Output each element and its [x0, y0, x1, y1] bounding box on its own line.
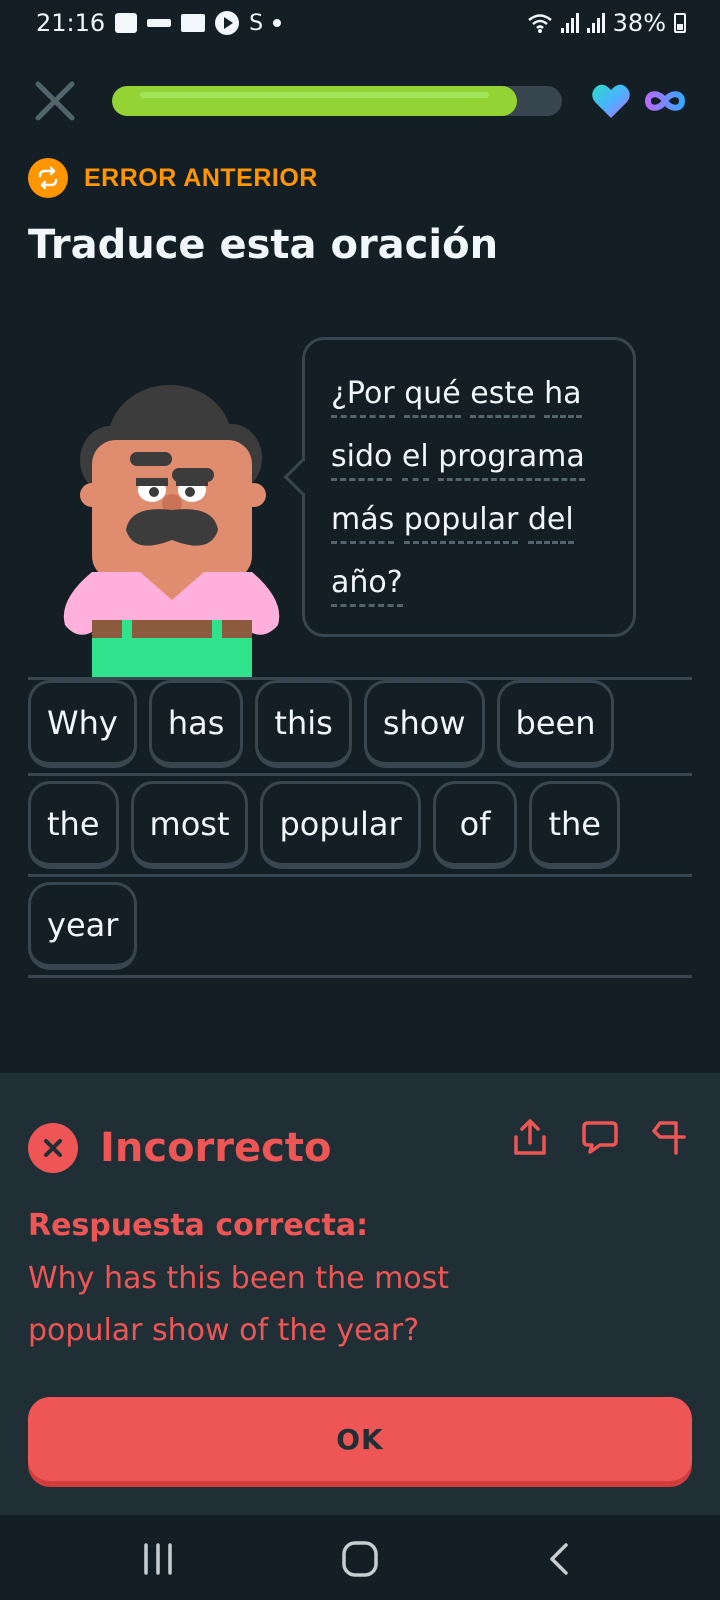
comment-icon[interactable]: [580, 1117, 620, 1157]
word-chip[interactable]: the: [529, 781, 620, 869]
prompt-word[interactable]: ha: [544, 377, 582, 418]
share-icon[interactable]: [510, 1117, 550, 1157]
ok-button[interactable]: OK: [28, 1397, 692, 1481]
word-chip[interactable]: the: [28, 781, 119, 869]
word-chip[interactable]: year: [28, 882, 138, 970]
prompt-word[interactable]: ¿Por: [331, 377, 395, 418]
prompt-word[interactable]: popular: [403, 503, 519, 544]
recent-apps-icon[interactable]: [136, 1537, 180, 1581]
status-bar: 21:16 S 38%: [0, 0, 720, 46]
previous-mistake-badge: ERROR ANTERIOR: [28, 158, 318, 198]
prompt-line: año?: [331, 551, 611, 614]
badge-label: ERROR ANTERIOR: [84, 163, 318, 192]
signal-icon-2: [586, 13, 605, 33]
answer-divider: [28, 975, 692, 978]
folder-icon: [181, 14, 206, 32]
signal-icon: [560, 13, 579, 33]
answer-row: year: [28, 882, 138, 970]
dot-icon: [273, 19, 282, 27]
word-chip[interactable]: show: [363, 680, 485, 768]
page-title: Traduce esta oración: [28, 222, 499, 268]
correct-answer-label: Respuesta correcta:: [28, 1208, 369, 1243]
heart-icon[interactable]: [591, 82, 631, 120]
answer-row: the most popular of the: [28, 781, 620, 869]
word-chip[interactable]: Why: [28, 680, 137, 768]
prompt-word[interactable]: más: [331, 503, 395, 544]
prompt-line: más popular del: [331, 488, 611, 551]
battery-icon: [674, 13, 686, 33]
battery-level: 38%: [612, 9, 666, 37]
answer-row: Why has this show been: [28, 680, 615, 768]
message-icon: [115, 13, 138, 33]
prompt-word[interactable]: este: [470, 377, 535, 418]
infinity-icon[interactable]: [642, 84, 688, 118]
close-icon[interactable]: [30, 76, 80, 126]
prompt-word[interactable]: año?: [331, 566, 403, 607]
word-chip[interactable]: most: [130, 781, 249, 869]
prompt-word[interactable]: qué: [404, 377, 461, 418]
incorrect-icon: [28, 1123, 78, 1173]
feedback-panel: Incorrecto Respuesta correcta: Why has t…: [0, 1073, 720, 1515]
word-chip[interactable]: has: [148, 680, 244, 768]
word-chip[interactable]: this: [255, 680, 352, 768]
prompt-word[interactable]: el: [401, 440, 429, 481]
answer-divider: [28, 773, 692, 776]
prompt-word[interactable]: programa: [438, 440, 585, 481]
word-chip[interactable]: been: [496, 680, 615, 768]
prompt-word[interactable]: sido: [331, 440, 393, 481]
back-icon[interactable]: [538, 1537, 582, 1581]
character-illustration: [63, 385, 280, 680]
progress-fill: [112, 86, 517, 116]
progress-bar: [112, 86, 562, 116]
play-icon: [215, 11, 240, 35]
prompt-line: sido el programa: [331, 425, 611, 488]
status-time: 21:16: [36, 9, 106, 37]
speech-bubble: ¿Por qué este ha sido el programa más po…: [283, 337, 636, 637]
home-icon[interactable]: [338, 1537, 382, 1581]
word-chip[interactable]: of: [432, 781, 518, 869]
feedback-header: Incorrecto: [28, 1123, 331, 1173]
app-icon: [147, 19, 172, 27]
correct-answer-text: Why has this been the most popular show …: [28, 1261, 450, 1348]
feedback-title: Incorrecto: [100, 1125, 332, 1171]
answer-divider: [28, 874, 692, 877]
prompt-line: ¿Por qué este ha: [331, 362, 611, 425]
feedback-actions: [510, 1117, 690, 1157]
flag-icon[interactable]: [650, 1117, 690, 1157]
shazam-icon: S: [249, 10, 264, 36]
repeat-icon: [28, 158, 68, 198]
nav-bar: [0, 1515, 720, 1600]
wifi-icon: [527, 14, 552, 33]
prompt-word[interactable]: del: [527, 503, 574, 544]
word-chip[interactable]: popular: [260, 781, 421, 869]
